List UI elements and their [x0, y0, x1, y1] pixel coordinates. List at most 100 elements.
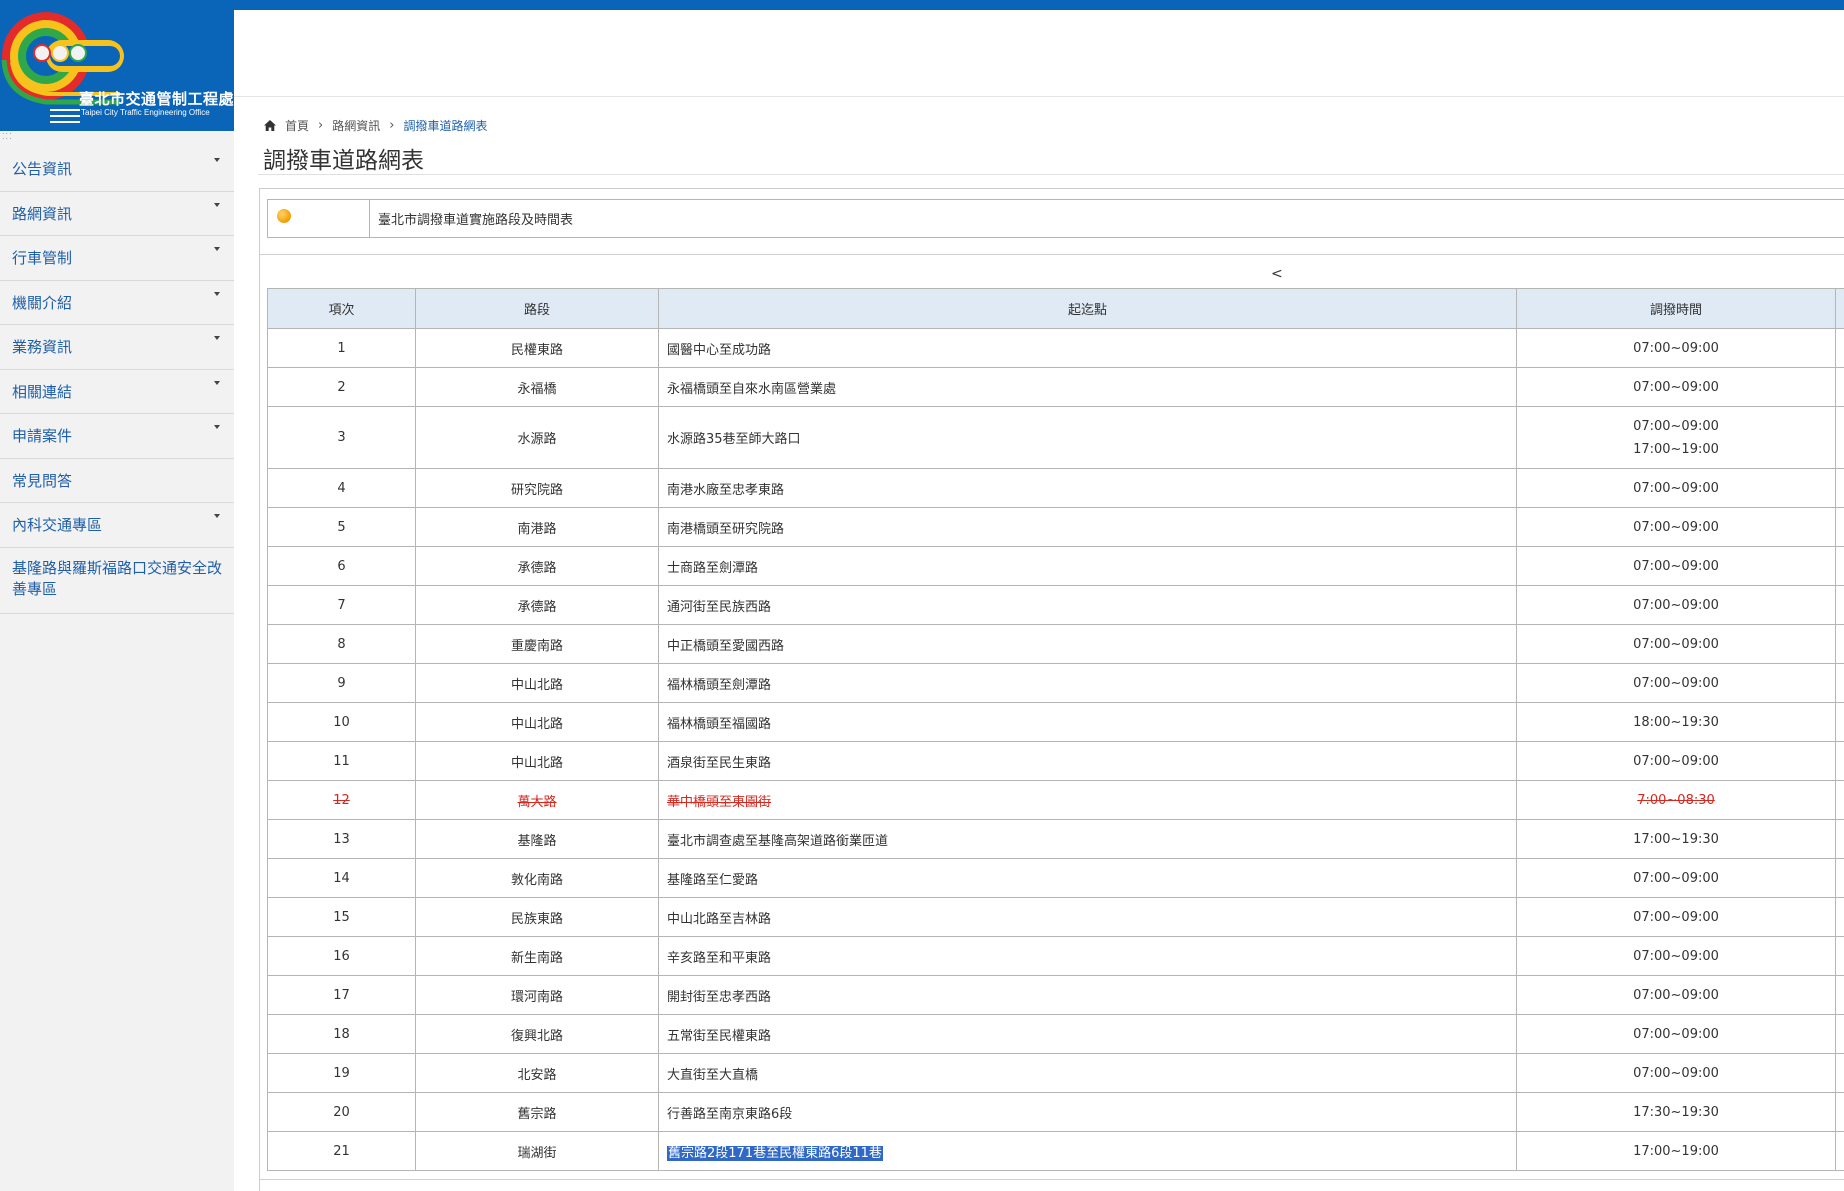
cell-range: 中正橋頭至愛國西路: [658, 624, 1517, 664]
cell-range: 南港水廠至忠孝東路: [658, 468, 1517, 508]
cell-range: 華中橋頭至東園街: [658, 780, 1517, 820]
cell-extra: [1835, 1092, 1844, 1132]
sidebar-item-label: 機關介紹: [12, 293, 73, 312]
breadcrumb-separator-icon: ›: [318, 118, 324, 133]
cell-time: 07:00~09:00: [1516, 624, 1836, 664]
sidebar-item-faq[interactable]: 常見問答: [0, 459, 234, 503]
cell-range: 水源路35巷至師大路口: [658, 406, 1517, 469]
cell-range: 國醫中心至成功路: [658, 328, 1517, 368]
caret-down-icon: [214, 247, 220, 251]
cell-no: 2: [267, 367, 416, 407]
divider: [258, 174, 1844, 175]
breadcrumb-road-network-link[interactable]: 路網資訊: [332, 117, 380, 134]
column-header-road: 路段: [415, 288, 659, 329]
column-header-no: 項次: [267, 288, 416, 329]
logo-subtitle: Taipei City Traffic Engineering Office: [81, 108, 210, 117]
cell-no: 4: [267, 468, 416, 508]
home-icon[interactable]: [264, 120, 276, 131]
sidebar-item-services[interactable]: 業務資訊: [0, 325, 234, 370]
cell-road: 承德路: [415, 585, 659, 625]
cell-range: 士商路至劍潭路: [658, 546, 1517, 586]
cell-time: 07:00~09:00: [1516, 1014, 1836, 1054]
cell-road: 環河南路: [415, 975, 659, 1015]
cell-road: 南港路: [415, 507, 659, 547]
cell-time: 07:00~09:00: [1516, 328, 1836, 368]
cell-time: 07:00~09:00: [1516, 546, 1836, 586]
cell-extra: [1835, 546, 1844, 586]
cell-road: 中山北路: [415, 741, 659, 781]
cell-time: 07:00~09:00: [1516, 858, 1836, 898]
column-header-range: 起迄點: [658, 288, 1517, 329]
site-logo[interactable]: 臺北市交通管制工程處 Taipei City Traffic Engineeri…: [0, 0, 234, 131]
drag-handle-icon[interactable]: ⁚⁚⁚: [2, 133, 14, 141]
cell-time: 07:00~09:00: [1516, 936, 1836, 976]
sidebar-item-links[interactable]: 相關連結: [0, 370, 234, 414]
table-row: 19 北安路 大直街至大直橋 07:00~09:00: [267, 1053, 1844, 1093]
cell-range: 大直街至大直橋: [658, 1053, 1517, 1093]
breadcrumb: 首頁 › 路網資訊 › 調撥車道路網表: [264, 117, 487, 134]
table-body: 1 民權東路 國醫中心至成功路 07:00~09:00 2 永福橋 永福橋頭至自來水南區營業…: [267, 328, 1844, 1171]
cell-extra: [1835, 468, 1844, 508]
cell-road: 承德路: [415, 546, 659, 586]
cell-range: 通河街至民族西路: [658, 585, 1517, 625]
cell-time: 07:00~09:00: [1516, 367, 1836, 407]
breadcrumb-current[interactable]: 調撥車道路網表: [403, 117, 487, 134]
cell-extra: [1835, 585, 1844, 625]
table-row: 15 民族東路 中山北路至吉林路 07:00~09:00: [267, 897, 1844, 937]
breadcrumb-home-link[interactable]: 首頁: [285, 117, 309, 134]
cell-time: 17:00~19:00: [1516, 1131, 1836, 1171]
cell-range: 臺北市調查處至基隆高架道路銜業匝道: [658, 819, 1517, 859]
cell-time: 07:00~09:00: [1516, 741, 1836, 781]
cell-time: 7:00~08:30: [1516, 780, 1836, 820]
cell-range: 福林橋頭至劍潭路: [658, 663, 1517, 703]
column-header-extra: [1835, 288, 1844, 329]
cell-range: 舊宗路2段171巷至民權東路6段11巷: [658, 1131, 1517, 1171]
sidebar-item-label: 常見問答: [12, 471, 73, 490]
caret-down-icon: [214, 336, 220, 340]
sidebar-item-keelung-roosevelt-safety[interactable]: 基隆路與羅斯福路口交通安全改善專區: [0, 548, 234, 614]
cell-road: 民族東路: [415, 897, 659, 937]
cell-extra: [1835, 367, 1844, 407]
cell-road: 中山北路: [415, 663, 659, 703]
cell-range: 南港橋頭至研究院路: [658, 507, 1517, 547]
table-header-row: 項次 路段 起迄點 調撥時間: [267, 288, 1844, 329]
cell-road: 敦化南路: [415, 858, 659, 898]
cell-extra: [1835, 975, 1844, 1015]
cell-road: 中山北路: [415, 702, 659, 742]
cell-extra: [1835, 663, 1844, 703]
cell-no: 19: [267, 1053, 416, 1093]
cell-time: 07:00~09:00 17:00~19:00: [1516, 406, 1836, 469]
table-row: 2 永福橋 永福橋頭至自來水南區營業處 07:00~09:00: [267, 367, 1844, 407]
divider: [259, 1179, 1844, 1180]
table-row: 12 萬大路 華中橋頭至東園街 7:00~08:30: [267, 780, 1844, 820]
table-caption: 臺北市調撥車道實施路段及時間表: [267, 199, 1844, 238]
sidebar-item-about[interactable]: 機關介紹: [0, 281, 234, 325]
caret-down-icon: [214, 291, 220, 296]
sidebar-item-neihu-traffic[interactable]: 內科交通專區: [0, 503, 234, 548]
cell-time: 07:00~09:00: [1516, 1053, 1836, 1093]
caret-down-icon: [214, 514, 220, 518]
sidebar-item-applications[interactable]: 申請案件: [0, 414, 234, 459]
selected-text[interactable]: 舊宗路2段171巷至民權東路6段11巷: [667, 1145, 883, 1161]
prev-arrow-icon[interactable]: <: [1271, 266, 1283, 282]
cell-extra: [1835, 741, 1844, 781]
cell-time: 07:00~09:00: [1516, 585, 1836, 625]
top-bar: [0, 0, 1844, 10]
cell-extra: [1835, 1131, 1844, 1171]
table-row: 3 水源路 水源路35巷至師大路口 07:00~09:00 17:00~19:00: [267, 406, 1844, 469]
table-row: 13 基隆路 臺北市調查處至基隆高架道路銜業匝道 17:00~19:30: [267, 819, 1844, 859]
cell-no: 8: [267, 624, 416, 664]
cell-no: 9: [267, 663, 416, 703]
sidebar-item-label: 行車管制: [12, 249, 73, 268]
time-slot: 17:00~19:00: [1633, 441, 1719, 457]
sidebar-item-announcements[interactable]: 公告資訊: [0, 147, 234, 192]
cell-no: 6: [267, 546, 416, 586]
cell-extra: [1835, 328, 1844, 368]
sidebar-item-traffic-control[interactable]: 行車管制: [0, 236, 234, 281]
table-row: 8 重慶南路 中正橋頭至愛國西路 07:00~09:00: [267, 624, 1844, 664]
cell-range: 酒泉街至民生東路: [658, 741, 1517, 781]
column-header-time: 調撥時間: [1516, 288, 1836, 329]
cell-road: 舊宗路: [415, 1092, 659, 1132]
sidebar-item-road-network[interactable]: 路網資訊: [0, 192, 234, 236]
bullet-icon: [277, 209, 291, 223]
